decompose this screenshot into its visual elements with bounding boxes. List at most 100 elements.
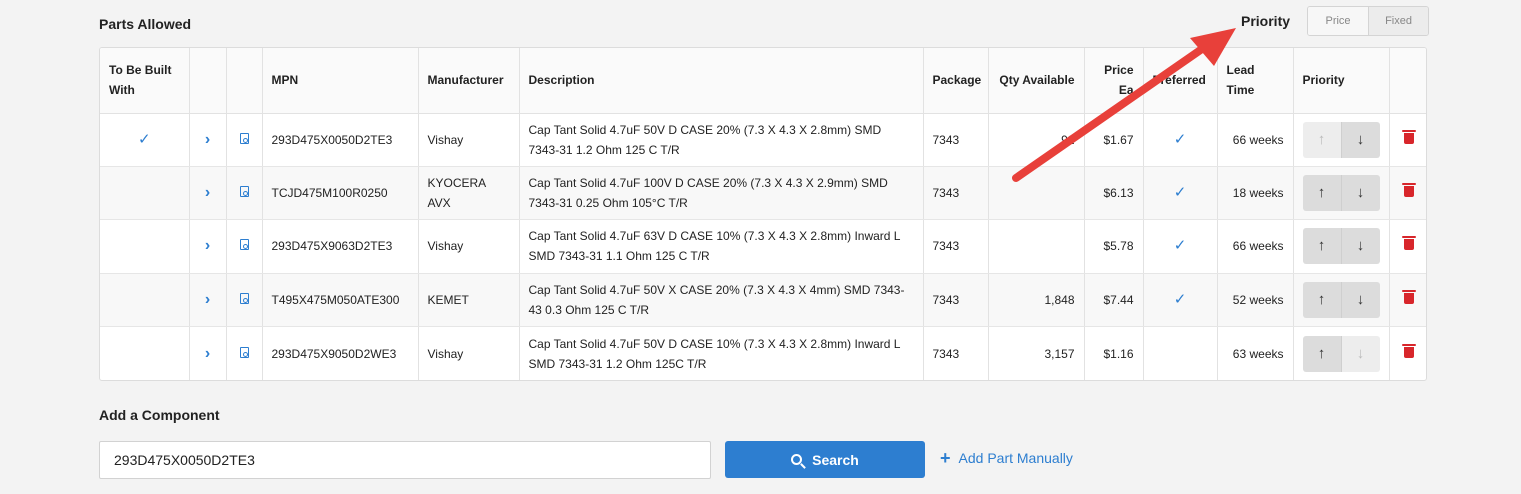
expand-cell[interactable]: › (189, 166, 227, 221)
delete-cell[interactable] (1389, 273, 1426, 328)
arrow-up-icon[interactable]: ↑ (1302, 228, 1341, 265)
pdf-icon[interactable] (239, 132, 249, 144)
priority-buttons: ↑ ↓ (1302, 281, 1380, 318)
preferred-cell (1143, 326, 1218, 380)
lead-time-cell: 18 weeks (1217, 166, 1294, 221)
search-icon (791, 454, 803, 465)
manufacturer-cell: KEMET (418, 273, 520, 328)
priority-cell: ↑ ↓ (1293, 113, 1390, 167)
search-button[interactable]: Search (725, 441, 925, 478)
datasheet-cell[interactable] (226, 166, 263, 221)
priority-cell: ↑ ↓ (1293, 219, 1390, 274)
check-icon: ✓ (1173, 237, 1187, 255)
arrow-up-icon[interactable]: ↑ (1302, 335, 1341, 372)
trash-icon[interactable] (1401, 343, 1416, 358)
arrow-up-icon[interactable]: ↑ (1302, 121, 1341, 158)
manufacturer-cell: Vishay (418, 113, 520, 167)
delete-cell[interactable] (1389, 113, 1426, 167)
chevron-right-icon[interactable]: › (205, 291, 210, 308)
delete-cell[interactable] (1389, 219, 1426, 274)
lead-time-cell: 63 weeks (1217, 326, 1294, 380)
datasheet-cell[interactable] (226, 219, 263, 274)
header-price-each: Price Ea (1084, 48, 1144, 114)
price-each-cell: $6.13 (1084, 166, 1144, 221)
arrow-down-icon[interactable]: ↓ (1340, 228, 1380, 265)
priority-fixed-button[interactable]: Fixed (1368, 7, 1429, 35)
preferred-cell: ✓ (1143, 113, 1218, 167)
expand-cell[interactable]: › (189, 113, 227, 167)
priority-toggle: Priority Price Fixed (1241, 6, 1430, 36)
priority-buttons: ↑ ↓ (1302, 121, 1380, 158)
delete-cell[interactable] (1389, 327, 1426, 380)
price-each-cell: $5.78 (1084, 219, 1144, 274)
mpn-cell: 293D475X9063D2TE3 (262, 219, 419, 274)
priority-buttons: ↑ ↓ (1302, 175, 1380, 212)
plus-icon: + (940, 448, 951, 468)
trash-icon[interactable] (1401, 183, 1416, 198)
datasheet-cell[interactable] (226, 273, 263, 328)
header-mpn: MPN (262, 48, 419, 114)
header-datasheet (226, 48, 263, 114)
header-actions (1389, 48, 1426, 114)
priority-buttons: ↑ ↓ (1302, 228, 1380, 265)
trash-icon[interactable] (1401, 129, 1416, 144)
pdf-icon[interactable] (239, 346, 249, 358)
datasheet-cell[interactable] (226, 113, 263, 167)
header-qty-available: Qty Available (988, 48, 1085, 114)
component-search-input[interactable] (99, 441, 711, 479)
chevron-right-icon[interactable]: › (205, 184, 210, 201)
header-description: Description (519, 48, 924, 114)
qty-available-cell (988, 166, 1085, 221)
arrow-up-icon[interactable]: ↑ (1302, 175, 1341, 212)
expand-cell[interactable]: › (189, 273, 227, 328)
header-priority: Priority (1293, 48, 1390, 114)
to-be-built-with-cell: ✓ (100, 113, 190, 167)
price-each-cell: $7.44 (1084, 273, 1144, 328)
lead-time-cell: 66 weeks (1217, 219, 1294, 274)
arrow-down-icon[interactable]: ↓ (1340, 121, 1380, 158)
priority-cell: ↑ ↓ (1293, 166, 1390, 221)
pdf-icon[interactable] (239, 239, 249, 251)
lead-time-cell: 52 weeks (1217, 273, 1294, 328)
table-row: › TCJD475M100R0250 KYOCERA AVX Cap Tant Sol… (100, 166, 1426, 221)
priority-cell: ↑ ↓ (1293, 273, 1390, 328)
arrow-down-icon[interactable]: ↓ (1340, 175, 1380, 212)
parts-allowed-title: Parts Allowed (99, 16, 192, 32)
to-be-built-with-cell (100, 219, 190, 274)
chevron-right-icon[interactable]: › (205, 237, 210, 254)
header-manufacturer: Manufacturer (418, 48, 520, 114)
search-button-label: Search (812, 451, 859, 468)
mpn-cell: 293D475X0050D2TE3 (262, 113, 419, 167)
arrow-up-icon[interactable]: ↑ (1302, 281, 1341, 318)
arrow-down-icon[interactable]: ↓ (1340, 281, 1380, 318)
qty-available-cell: 3,157 (988, 326, 1085, 380)
qty-available-cell: 92 (988, 113, 1085, 167)
priority-toggle-group: Price Fixed (1307, 6, 1430, 36)
delete-cell[interactable] (1389, 166, 1426, 221)
expand-cell[interactable]: › (189, 326, 227, 380)
arrow-down-icon[interactable]: ↓ (1340, 335, 1380, 372)
check-icon: ✓ (1173, 130, 1187, 148)
pdf-icon[interactable] (239, 186, 249, 198)
package-cell: 7343 (923, 166, 989, 221)
expand-cell[interactable]: › (189, 219, 227, 274)
add-component-title: Add a Component (99, 407, 220, 423)
datasheet-cell[interactable] (226, 326, 263, 380)
pdf-icon[interactable] (239, 292, 249, 304)
priority-price-button[interactable]: Price (1308, 7, 1369, 35)
check-icon: ✓ (1173, 290, 1187, 308)
to-be-built-with-cell (100, 326, 190, 380)
to-be-built-with-cell (100, 166, 190, 221)
table-row: › T495X475M050ATE300 KEMET Cap Tant Solid 4… (100, 273, 1426, 328)
description-cell: Cap Tant Solid 4.7uF 50V X CASE 20% (7.3… (519, 273, 924, 328)
mpn-cell: T495X475M050ATE300 (262, 273, 419, 328)
package-cell: 7343 (923, 219, 989, 274)
trash-icon[interactable] (1401, 289, 1416, 304)
add-part-manually-link[interactable]: + Add Part Manually (940, 448, 1073, 468)
qty-available-cell (988, 219, 1085, 274)
header-preferred: Preferred (1143, 48, 1218, 114)
trash-icon[interactable] (1401, 236, 1416, 251)
priority-label: Priority (1241, 13, 1291, 29)
chevron-right-icon[interactable]: › (205, 131, 210, 148)
chevron-right-icon[interactable]: › (205, 345, 210, 362)
